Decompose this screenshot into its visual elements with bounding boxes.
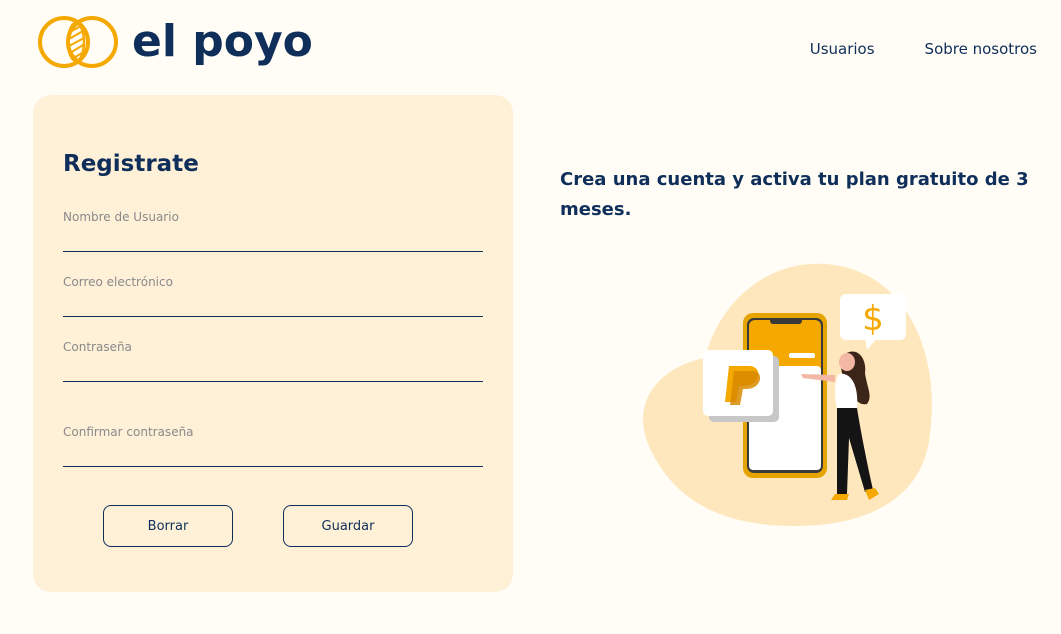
signup-illustration: $ <box>643 263 932 526</box>
password-field: Contraseña <box>63 340 483 382</box>
email-input[interactable] <box>63 289 483 317</box>
nav-link-usuarios[interactable]: Usuarios <box>810 40 875 58</box>
dollar-symbol: $ <box>862 299 884 339</box>
username-input[interactable] <box>63 224 483 252</box>
promo-text: Crea una cuenta y activa tu plan gratuit… <box>560 169 1029 220</box>
confirm-password-label: Confirmar contraseña <box>63 425 194 439</box>
nav-link-sobre-nosotros[interactable]: Sobre nosotros <box>925 40 1037 58</box>
clear-button[interactable]: Borrar <box>103 505 233 547</box>
form-title: Registrate <box>63 151 199 177</box>
email-label: Correo electrónico <box>63 275 173 289</box>
username-label: Nombre de Usuario <box>63 210 179 224</box>
password-label: Contraseña <box>63 340 132 354</box>
password-input[interactable] <box>63 354 483 382</box>
paypal-icon <box>703 350 779 422</box>
confirm-password-input[interactable] <box>63 439 483 467</box>
brand-name: el poyo <box>132 16 313 67</box>
logo-icon <box>38 16 118 68</box>
top-nav: Usuarios Sobre nosotros <box>810 40 1037 58</box>
register-card: Registrate Nombre de Usuario Correo elec… <box>33 95 513 592</box>
username-field: Nombre de Usuario <box>63 210 483 252</box>
save-button[interactable]: Guardar <box>283 505 413 547</box>
email-field: Correo electrónico <box>63 275 483 317</box>
logo[interactable]: el poyo <box>36 14 313 70</box>
confirm-password-field: Confirmar contraseña <box>63 425 483 467</box>
header: el poyo Usuarios Sobre nosotros <box>0 0 1061 90</box>
